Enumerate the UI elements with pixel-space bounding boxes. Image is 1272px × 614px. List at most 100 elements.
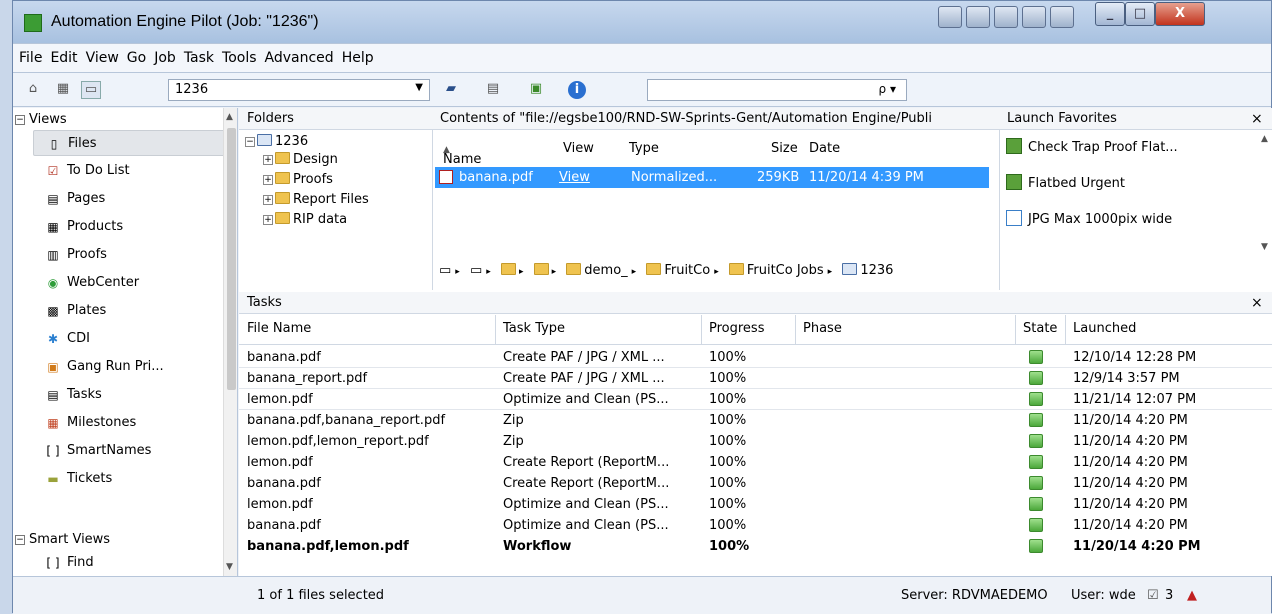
collapse-icon[interactable]: − [15,535,25,545]
layout-icon[interactable] [1022,6,1046,28]
search-icon[interactable]: ρ ▾ [879,82,896,96]
table-row[interactable]: banana.pdf,banana_report.pdf Zip 100% 11/20… [239,410,1272,431]
expand-icon[interactable]: + [263,175,273,185]
sidebar-item-tasks[interactable]: ▤ Tasks [33,382,229,408]
scroll-down-icon[interactable]: ▼ [1261,242,1268,252]
views-section[interactable]: − Views [15,112,67,127]
folder-icon[interactable] [500,263,516,275]
table-row[interactable]: lemon.pdf Create Report (ReportM... 100% 11… [239,452,1272,473]
new-file-icon[interactable]: ▤ [483,81,503,99]
col-name[interactable]: Name ▲ [443,141,481,167]
col-file-name[interactable]: File Name [247,321,311,336]
collapse-icon[interactable]: − [245,137,255,147]
table-row[interactable]: lemon.pdf Optimize and Clean (PS... 100% 11… [239,389,1272,410]
table-row[interactable]: banana.pdf Create Report (ReportM... 100% 1… [239,473,1272,494]
sidebar-item-files[interactable]: ▯ Files [33,130,229,156]
scroll-thumb[interactable] [227,128,236,390]
panel-icon[interactable] [994,6,1018,28]
todo-count[interactable]: 3 [1165,588,1173,603]
menu-go[interactable]: Go [127,50,146,66]
breadcrumb-segment[interactable]: FruitCo [664,263,710,278]
table-row[interactable]: banana.pdf Optimize and Clean (PS... 100% 1… [239,515,1272,536]
chevron-right-icon[interactable]: ▸ [714,267,719,277]
file-row-selected[interactable]: banana.pdf View Normalized... 259KB 11/2… [435,167,989,188]
table-row[interactable]: banana.pdf,lemon.pdf Workflow 100% 11/20/14… [239,536,1272,557]
menu-file[interactable]: File [19,50,42,66]
todo-icon[interactable]: ☑ [1147,588,1159,603]
menu-edit[interactable]: Edit [50,50,77,66]
new-task-icon[interactable]: ▣ [526,81,546,99]
chevron-right-icon[interactable]: ▸ [486,267,491,277]
sidebar-item-pages[interactable]: ▤ Pages [33,186,229,212]
sidebar-item-smartnames[interactable]: [ ] SmartNames [33,438,229,464]
tree-node-root[interactable]: − 1236 [245,134,308,149]
expand-icon[interactable]: + [263,155,273,165]
sidebar-item-milestones[interactable]: ▦ Milestones [33,410,229,436]
sidebar-item-find[interactable]: [ ] Find [33,550,229,576]
table-row[interactable]: banana_report.pdf Create PAF / JPG / XML … [239,368,1272,389]
sidebar-item-products[interactable]: ▦ Products [33,214,229,240]
expand-icon[interactable]: + [263,195,273,205]
sidebar-item-todo[interactable]: ☑ To Do List [33,158,229,184]
user-icon[interactable] [1050,6,1074,28]
scroll-up-icon[interactable]: ▲ [226,112,233,122]
computer-icon[interactable]: ▭ [470,263,482,278]
close-tasks-icon[interactable]: × [1251,295,1263,311]
table-row[interactable]: banana.pdf Create PAF / JPG / XML ... 100%… [239,347,1272,368]
col-date[interactable]: Date [809,141,840,156]
col-size[interactable]: Size [771,141,798,156]
menu-job[interactable]: Job [154,50,176,66]
tree-node-report-files[interactable]: + Report Files [263,192,369,207]
favorite-item[interactable]: JPG Max 1000pix wide [1006,210,1172,227]
chevron-right-icon[interactable]: ▸ [519,267,524,277]
chevron-right-icon[interactable]: ▸ [632,267,637,277]
collapse-icon[interactable]: − [15,115,25,125]
chevron-right-icon[interactable]: ▸ [552,267,557,277]
close-favorites-icon[interactable]: × [1251,111,1263,127]
drive-icon[interactable]: ▭ [439,263,451,278]
menu-advanced[interactable]: Advanced [265,50,334,66]
server-icon[interactable] [966,6,990,28]
job-select[interactable]: 1236 ▼ [168,79,430,101]
menu-task[interactable]: Task [184,50,214,66]
col-state[interactable]: State [1023,321,1057,336]
table-row[interactable]: lemon.pdf,lemon_report.pdf Zip 100% 11/20/1… [239,431,1272,452]
tree-node-design[interactable]: + Design [263,152,338,167]
tree-node-proofs[interactable]: + Proofs [263,172,333,187]
close-button[interactable]: X [1155,2,1205,26]
sidebar-item-plates[interactable]: ▩ Plates [33,298,229,324]
alert-icon[interactable]: ▲ [1187,588,1197,603]
lan-icon[interactable] [938,6,962,28]
column-divider[interactable] [1015,315,1016,345]
menu-tools[interactable]: Tools [222,50,257,66]
chevron-right-icon[interactable]: ▸ [828,267,833,277]
tree-node-rip-data[interactable]: + RIP data [263,212,347,227]
sidebar-item-cdi[interactable]: ✱ CDI [33,326,229,352]
column-divider[interactable] [701,315,702,345]
sidebar-scrollbar[interactable]: ▲ ▼ [223,108,237,576]
maximize-button[interactable]: □ [1125,2,1155,26]
col-type[interactable]: Type [629,141,659,156]
sidebar-item-tickets[interactable]: ▬ Tickets [33,466,229,492]
smart-views-section[interactable]: − Smart Views [15,532,110,547]
menu-help[interactable]: Help [342,50,374,66]
new-folder-icon[interactable]: ▰ [441,81,461,99]
col-progress[interactable]: Progress [709,321,764,336]
scroll-down-icon[interactable]: ▼ [226,562,233,572]
favorites-scrollbar[interactable]: ▲ ▼ [1258,130,1272,258]
menu-view[interactable]: View [86,50,119,66]
sidebar-item-proofs[interactable]: ▥ Proofs [33,242,229,268]
favorite-item[interactable]: Check Trap Proof Flat... [1006,138,1178,155]
scroll-up-icon[interactable]: ▲ [1261,134,1268,144]
info-icon[interactable]: i [568,81,586,99]
column-divider[interactable] [1065,315,1066,345]
file-view-link[interactable]: View [559,167,590,188]
table-row[interactable]: lemon.pdf Optimize and Clean (PS... 100% 11… [239,494,1272,515]
grid-view-icon[interactable]: ▦ [53,81,73,99]
breadcrumb-segment[interactable]: FruitCo Jobs [747,263,824,278]
search-input[interactable]: ρ ▾ [647,79,907,101]
chevron-right-icon[interactable]: ▸ [455,267,460,277]
folder-icon[interactable] [533,263,549,275]
panel-view-icon[interactable]: ▭ [81,81,101,99]
column-divider[interactable] [495,315,496,345]
